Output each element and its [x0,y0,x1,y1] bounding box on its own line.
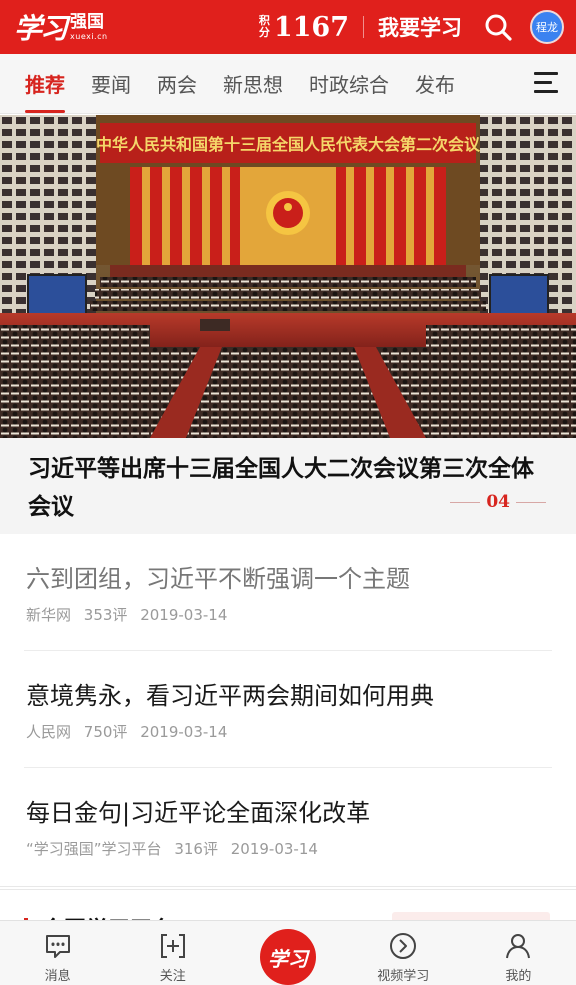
news-comments: 750评 [83,723,128,741]
search-icon[interactable] [484,13,512,41]
menu-icon[interactable] [534,72,558,94]
channel-tabs: 推荐 要闻 两会 新思想 时政综合 发布 [0,54,576,114]
add-follow-icon [160,934,185,958]
logo-domain: xuexi.cn [70,31,108,41]
assembly-hall-illustration: 中华人民共和国第十三届全国人民代表大会第二次会议 [0,115,576,438]
tab-recommend[interactable]: 推荐 [0,54,78,113]
nav-study-center[interactable]: 学习 [230,921,345,985]
points-display[interactable]: 积 分 1167 [259,12,349,43]
news-date: 2019-03-14 [140,723,228,741]
avatar[interactable]: 程龙 [530,10,564,44]
news-source: 新华网 [26,606,72,624]
news-meta: 人民网 750评 2019-03-14 [26,721,235,742]
message-icon [45,935,70,958]
hero-image[interactable]: 中华人民共和国第十三届全国人民代表大会第二次会议 [0,115,576,438]
study-button[interactable]: 我要学习 [378,12,462,42]
nav-mine[interactable]: 我的 [461,921,576,985]
nav-video[interactable]: 视频学习 [346,921,461,985]
tab-two-sessions[interactable]: 两会 [144,54,210,113]
points-value: 1167 [273,11,349,43]
news-source: 人民网 [26,723,72,741]
tab-news[interactable]: 要闻 [78,54,144,113]
hero-title: 习近平等出席十三届全国人大二次会议第三次全体会议 [28,455,534,520]
news-comments: 316评 [174,840,218,858]
nav-follow[interactable]: 关注 [115,921,230,985]
app-logo[interactable]: 学习 强国 xuexi.cn [14,7,108,47]
study-center-button[interactable]: 学习 [260,929,316,985]
news-title: 每日金句|习近平论全面深化改革 [26,799,371,827]
banner-text: 中华人民共和国第十三届全国人民代表大会第二次会议 [96,135,481,154]
app-root: 学习 强国 xuexi.cn 积 分 1167 我要学习 程龙 推荐 要闻 两会… [0,0,576,985]
tab-politics[interactable]: 时政综合 [296,54,402,113]
top-header: 学习 强国 xuexi.cn 积 分 1167 我要学习 程龙 [0,0,576,54]
nav-messages[interactable]: 消息 [0,921,115,985]
list-item[interactable]: 六到团组，习近平不断强调一个主题 新华网 353评 2019-03-14 [24,534,552,651]
news-title: 意境隽永，看习近平两会期间如何用典 [26,682,434,710]
list-item[interactable]: 意境隽永，看习近平两会期间如何用典 人民网 750评 2019-03-14 [24,651,552,768]
list-item[interactable]: 每日金句|习近平论全面深化改革 “学习强国”学习平台 316评 2019-03-… [24,768,552,885]
video-play-icon [390,933,417,959]
bottom-nav: 消息 关注 学习 视频学习 我的 [0,920,576,985]
header-divider [363,16,364,38]
news-comments: 353评 [83,606,128,624]
tab-release[interactable]: 发布 [402,54,468,113]
logo-script: 学习 [14,12,68,45]
tab-new-thought[interactable]: 新思想 [210,54,296,113]
points-label: 积 分 [258,14,270,39]
news-meta: “学习强国”学习平台 316评 2019-03-14 [26,838,326,859]
user-icon [506,934,531,959]
logo-main-text: 强国 [70,11,105,32]
news-meta: 新华网 353评 2019-03-14 [26,604,235,625]
news-title: 六到团组，习近平不断强调一个主题 [26,565,410,593]
carousel-indicator: 04 [444,492,552,512]
news-date: 2019-03-14 [230,840,318,858]
hero-caption[interactable]: 习近平等出席十三届全国人大二次会议第三次全体会议 04 [0,438,576,534]
news-date: 2019-03-14 [140,606,228,624]
news-source: “学习强国”学习平台 [26,840,162,858]
news-list: 六到团组，习近平不断强调一个主题 新华网 353评 2019-03-14 意境隽… [0,534,576,885]
carousel-index: 04 [486,492,510,512]
